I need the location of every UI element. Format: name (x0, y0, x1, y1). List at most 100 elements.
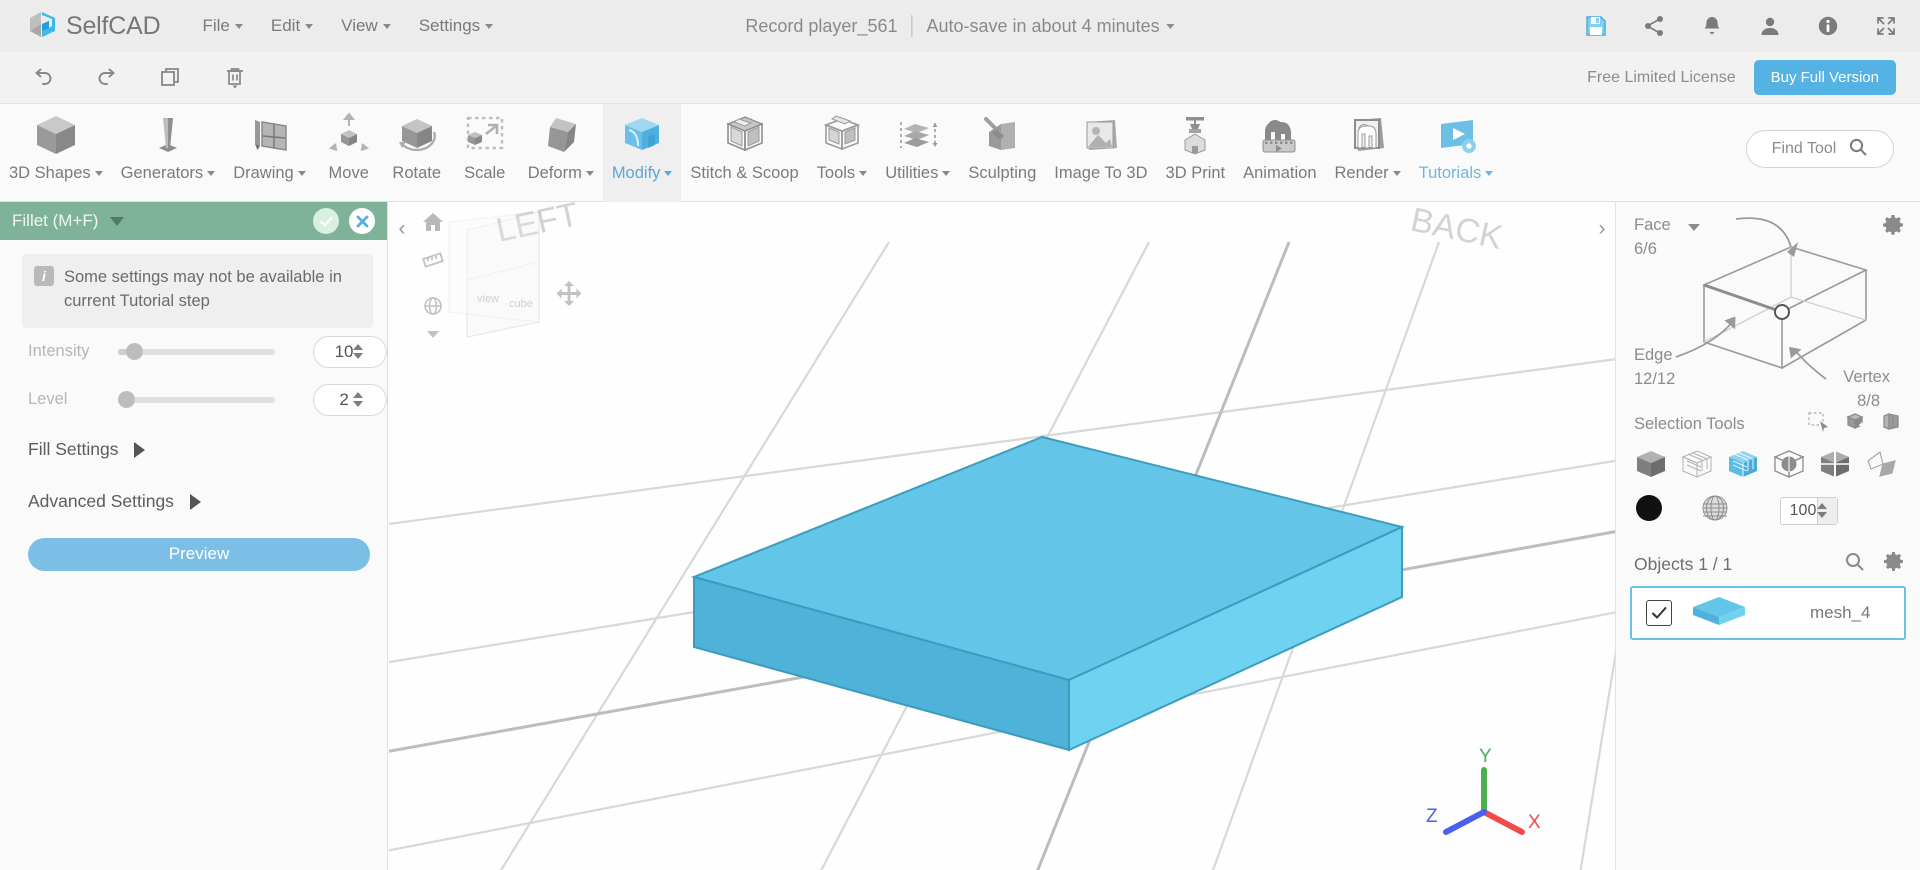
info-message-text: Some settings may not be available in cu… (64, 268, 342, 310)
ribbon-item-rotate[interactable]: Rotate (383, 104, 451, 202)
chevron-down-icon (207, 171, 216, 176)
3d-viewport[interactable]: LEFT BACK view cube Y X (389, 202, 1615, 870)
undo-icon[interactable] (26, 61, 60, 95)
ribbon-item-image-to-3d[interactable]: Image To 3D (1045, 104, 1156, 202)
label-text: Tutorials (1418, 164, 1482, 182)
object-list-item-mesh-4[interactable]: mesh_4 (1630, 586, 1906, 640)
multi-object-select-icon[interactable] (1880, 412, 1902, 437)
menu-file[interactable]: File (188, 10, 256, 42)
chevron-down-icon (859, 171, 868, 176)
ribbon-item-sculpting[interactable]: Sculpting (959, 104, 1045, 202)
label-text: 3D Shapes (9, 164, 91, 182)
ribbon-item-tutorials[interactable]: Tutorials (1410, 104, 1503, 202)
ribbon-label: Sculpting (968, 164, 1037, 182)
stepper-up-icon (353, 392, 363, 399)
chevron-down-icon[interactable] (425, 326, 441, 347)
grid-snap-icon[interactable] (421, 294, 445, 323)
object-thumbnail-icon (1690, 593, 1748, 634)
chevron-down-icon (234, 23, 243, 29)
axis-label-z: Z (1426, 806, 1438, 827)
label-text: Modify (611, 164, 661, 182)
wireframe-select-icon[interactable] (1680, 447, 1714, 481)
info-icon[interactable] (1816, 14, 1840, 38)
gear-icon[interactable] (1883, 551, 1904, 577)
render-frame-icon (1343, 109, 1393, 161)
fullscreen-icon[interactable] (1874, 14, 1898, 38)
search-icon[interactable] (1844, 551, 1865, 577)
buy-full-version-button[interactable]: Buy Full Version (1753, 60, 1896, 95)
ribbon-item-utilities[interactable]: Utilities (876, 104, 959, 202)
edge-select-icon[interactable] (1818, 447, 1852, 481)
level-slider[interactable] (117, 391, 276, 409)
ribbon-item-tools[interactable]: Tools (808, 104, 877, 202)
ribbon-item-scale[interactable]: Scale (451, 104, 519, 202)
chevron-down-icon (382, 23, 391, 29)
ribbon-item-render[interactable]: Render (1326, 104, 1410, 202)
label-text: Utilities (885, 164, 939, 182)
animation-film-icon (1255, 109, 1305, 161)
opacity-stepper[interactable] (1816, 497, 1837, 524)
delete-icon[interactable] (218, 61, 252, 95)
find-tool-search[interactable]: Find Tool (1746, 130, 1894, 168)
ribbon-item-stitch-scoop[interactable]: Stitch & Scoop (681, 104, 807, 202)
color-swatch-icon[interactable] (1634, 493, 1664, 528)
redo-icon[interactable] (90, 61, 124, 95)
object-select-icon[interactable] (1634, 447, 1668, 481)
ribbon-item-animation[interactable]: Animation (1234, 104, 1325, 202)
face-select-icon[interactable] (1726, 447, 1760, 481)
notifications-bell-icon[interactable] (1700, 14, 1724, 38)
ribbon-label: Tools (817, 164, 868, 183)
ribbon-item-3d-shapes[interactable]: 3D Shapes (0, 104, 112, 202)
level-input[interactable]: 2 (313, 383, 387, 416)
label-text: Drawing (233, 164, 294, 182)
intensity-stepper[interactable] (353, 344, 375, 360)
chevron-left-icon[interactable]: ‹ (391, 212, 413, 246)
chevron-down-icon (664, 171, 673, 176)
ribbon-item-deform[interactable]: Deform (519, 104, 603, 202)
menu-edit[interactable]: Edit (257, 10, 327, 42)
share-icon[interactable] (1642, 14, 1666, 38)
rect-select-icon[interactable] (1808, 411, 1830, 437)
preview-button[interactable]: Preview (28, 537, 370, 571)
chevron-down-icon[interactable] (110, 216, 125, 226)
objects-header-icons (1844, 551, 1904, 577)
document-title[interactable]: Record player_561 (745, 16, 897, 37)
ribbon-item-generators[interactable]: Generators (112, 104, 225, 202)
level-control-row: Level 2 (28, 376, 387, 424)
sphere-in-cube-select-icon[interactable] (1772, 447, 1806, 481)
opacity-input[interactable]: 100 (1780, 496, 1838, 525)
ruler-icon[interactable] (421, 244, 445, 273)
level-stepper[interactable] (353, 392, 375, 408)
object-visibility-checkbox[interactable] (1646, 600, 1672, 626)
menu-view[interactable]: View (327, 10, 405, 42)
ribbon-label: Stitch & Scoop (690, 164, 799, 182)
cancel-button[interactable] (349, 208, 375, 234)
utilities-layers-icon (893, 109, 943, 161)
texture-sphere-icon[interactable] (1700, 493, 1730, 528)
arrow-face (1787, 242, 1798, 257)
app-logo[interactable]: SelfCAD (26, 9, 161, 43)
object-name: mesh_4 (1810, 603, 1871, 622)
fill-settings-section[interactable]: Fill Settings (28, 424, 387, 476)
ribbon-item-move[interactable]: Move (315, 104, 383, 202)
polygon-select-icon[interactable] (1864, 447, 1898, 481)
ribbon-item-drawing[interactable]: Drawing (224, 104, 315, 202)
ribbon-item-modify[interactable]: Modify (602, 104, 682, 202)
copy-icon[interactable] (154, 61, 188, 95)
confirm-button[interactable] (313, 208, 339, 234)
intensity-slider[interactable] (117, 343, 276, 361)
material-row: 100 (1616, 481, 1920, 528)
autosave-status[interactable]: Auto-save in about 4 minutes (926, 16, 1175, 37)
chevron-right-icon[interactable]: › (1591, 212, 1613, 246)
home-icon[interactable] (421, 210, 447, 236)
right-properties-panel: Face 6/6 Edge 12/12 Vertex 8/8 Selection… (1615, 202, 1920, 870)
move-arrows-icon (324, 109, 374, 161)
add-object-select-icon[interactable] (1844, 412, 1866, 437)
ribbon-item-3d-print[interactable]: 3D Print (1157, 104, 1235, 202)
advanced-settings-section[interactable]: Advanced Settings (28, 476, 387, 528)
user-account-icon[interactable] (1758, 14, 1782, 38)
intensity-input[interactable]: 10 (313, 335, 387, 368)
menu-settings[interactable]: Settings (405, 10, 507, 42)
save-icon[interactable] (1584, 14, 1608, 38)
axis-lock-icon[interactable] (555, 278, 583, 311)
